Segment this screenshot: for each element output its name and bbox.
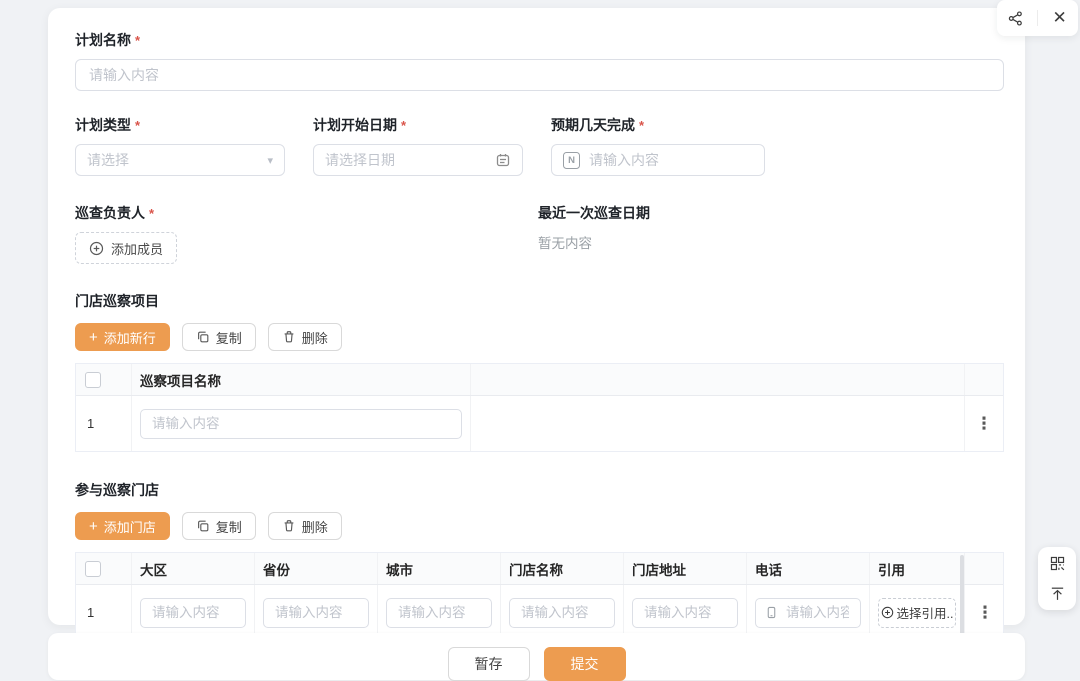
col-header-address: 门店地址 — [624, 553, 747, 584]
city-input[interactable] — [386, 598, 492, 628]
expected-days-label: 预期几天完成* — [551, 115, 765, 136]
last-inspection-label: 最近一次巡查日期 — [538, 203, 650, 223]
col-header-region: 大区 — [132, 553, 255, 584]
last-inspection-empty: 暂无内容 — [538, 232, 650, 252]
items-col-spacer — [471, 364, 965, 395]
select-all-checkbox[interactable] — [85, 372, 101, 388]
item-name-input[interactable] — [140, 409, 462, 439]
province-input[interactable] — [263, 598, 369, 628]
phone-input-field[interactable] — [784, 604, 851, 621]
circle-plus-icon — [89, 241, 104, 256]
qr-code-icon[interactable] — [1044, 551, 1070, 577]
trash-icon — [282, 519, 296, 533]
plus-icon: + — [89, 519, 98, 534]
delete-button[interactable]: 删除 — [268, 512, 342, 540]
copy-button[interactable]: 复制 — [182, 323, 256, 351]
table-row: 1 ⋮ — [76, 396, 1003, 451]
item-name-input-field[interactable] — [150, 415, 452, 432]
stores-section-title: 参与巡察门店 — [75, 480, 1004, 500]
expected-days-input-field[interactable] — [587, 151, 753, 169]
row-index: 1 — [84, 416, 94, 431]
table-scrollbar[interactable] — [960, 555, 964, 638]
row-more-icon[interactable]: ⋮ — [977, 604, 994, 621]
stores-table: 大区 省份 城市 门店名称 门店地址 电话 引用 1 — [75, 552, 1004, 641]
items-section-toolbar: + 添加新行 复制 删除 — [75, 323, 1004, 351]
delete-button[interactable]: 删除 — [268, 323, 342, 351]
submit-button[interactable]: 提交 — [544, 647, 626, 681]
col-header-reference: 引用 — [870, 553, 965, 584]
close-icon[interactable]: ✕ — [1045, 3, 1075, 33]
side-panel — [1038, 547, 1076, 610]
add-row-button[interactable]: + 添加新行 — [75, 323, 170, 351]
window-toolbar: ✕ — [997, 0, 1078, 36]
share-icon[interactable] — [1000, 3, 1030, 33]
required-mark: * — [135, 118, 140, 133]
address-input[interactable] — [632, 598, 738, 628]
store-name-input-field[interactable] — [519, 604, 605, 621]
stores-section-toolbar: + 添加门店 复制 删除 — [75, 512, 1004, 540]
row-spacer — [471, 396, 965, 451]
items-table-header: 巡察项目名称 — [76, 364, 1003, 396]
required-mark: * — [639, 118, 644, 133]
circle-plus-icon — [881, 606, 894, 619]
plan-type-select[interactable]: 请选择 ▾ — [75, 144, 285, 176]
phone-input[interactable] — [755, 598, 861, 628]
form-row-3: 巡查负责人* 添加成员 最近一次巡查日期 暂无内容 — [75, 203, 1004, 265]
plan-name-input-field[interactable] — [87, 66, 992, 84]
start-date-picker[interactable]: 请选择日期 — [313, 144, 523, 176]
add-member-label: 添加成员 — [111, 239, 163, 258]
province-input-field[interactable] — [273, 604, 359, 621]
col-header-province: 省份 — [255, 553, 378, 584]
plus-icon: + — [89, 330, 98, 345]
region-input-field[interactable] — [150, 604, 236, 621]
number-icon: N — [563, 152, 580, 169]
required-mark: * — [149, 206, 154, 221]
back-to-top-icon[interactable] — [1044, 580, 1070, 606]
form-row-2: 计划类型* 请选择 ▾ 计划开始日期* 请选择日期 — [75, 115, 1004, 176]
row-more-icon[interactable]: ⋮ — [976, 415, 993, 432]
select-reference-label: 选择引用.. — [897, 603, 954, 622]
col-header-actions — [965, 553, 1005, 584]
required-mark: * — [401, 118, 406, 133]
phone-icon — [765, 606, 778, 619]
address-input-field[interactable] — [642, 604, 728, 621]
col-header-city: 城市 — [378, 553, 501, 584]
plan-type-placeholder: 请选择 — [87, 150, 260, 170]
row-index: 1 — [84, 605, 94, 620]
add-member-button[interactable]: 添加成员 — [75, 232, 177, 264]
items-section-title: 门店巡察项目 — [75, 291, 1004, 311]
required-mark: * — [135, 33, 140, 48]
plan-type-label: 计划类型* — [75, 115, 285, 136]
select-all-checkbox[interactable] — [85, 561, 101, 577]
form-card: 计划名称* 计划类型* 请选择 ▾ 计划开始日期* 请选择日期 — [48, 8, 1025, 625]
copy-icon — [196, 330, 210, 344]
chevron-down-icon: ▾ — [267, 154, 273, 167]
col-header-phone: 电话 — [747, 553, 870, 584]
table-row: 1 — [76, 585, 1003, 640]
plan-name-input[interactable] — [75, 59, 1004, 91]
trash-icon — [282, 330, 296, 344]
start-date-placeholder: 请选择日期 — [325, 150, 488, 170]
store-name-input[interactable] — [509, 598, 615, 628]
region-input[interactable] — [140, 598, 246, 628]
col-header-store-name: 门店名称 — [501, 553, 624, 584]
city-input-field[interactable] — [396, 604, 482, 621]
items-col-actions — [965, 364, 1003, 395]
copy-button[interactable]: 复制 — [182, 512, 256, 540]
plan-name-label: 计划名称* — [75, 30, 1004, 51]
items-table: 巡察项目名称 1 ⋮ — [75, 363, 1004, 452]
copy-icon — [196, 519, 210, 533]
select-reference-button[interactable]: 选择引用.. — [878, 598, 956, 628]
items-col-header: 巡察项目名称 — [132, 364, 471, 395]
footer-bar: 暂存 提交 — [48, 633, 1025, 680]
add-store-button[interactable]: + 添加门店 — [75, 512, 170, 540]
last-inspection-field: 最近一次巡查日期 暂无内容 — [538, 203, 650, 252]
start-date-label: 计划开始日期* — [313, 115, 523, 136]
save-draft-button[interactable]: 暂存 — [448, 647, 530, 681]
expected-days-input[interactable]: N — [551, 144, 765, 176]
toolbar-divider — [1037, 10, 1038, 26]
calendar-icon — [495, 152, 511, 168]
stores-table-header: 大区 省份 城市 门店名称 门店地址 电话 引用 — [76, 553, 1003, 585]
